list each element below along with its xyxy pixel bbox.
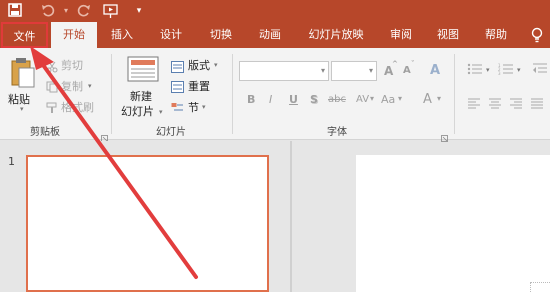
annotation-arrow — [30, 46, 198, 279]
